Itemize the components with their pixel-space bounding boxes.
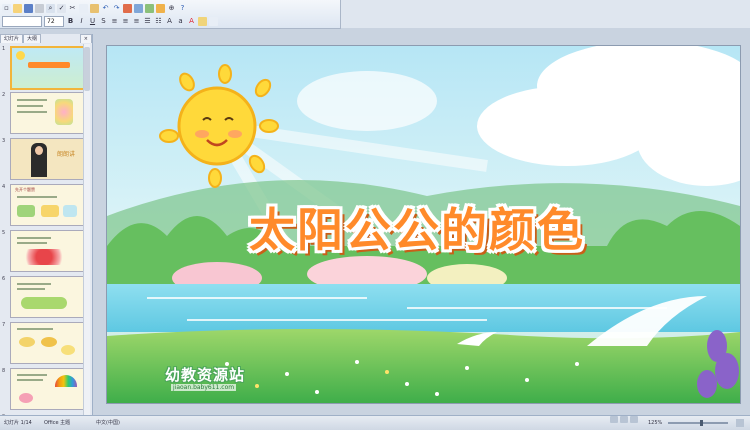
open-icon[interactable] xyxy=(13,3,22,13)
status-bar: 幻灯片 1/14 Office 主题 中文(中国) 125% xyxy=(0,415,750,430)
panel-tabs: 幻灯片 大纲 × xyxy=(0,34,92,43)
thumbnail-image xyxy=(10,230,84,272)
thumbnail-2[interactable]: 2 xyxy=(2,92,88,134)
chart-icon[interactable] xyxy=(123,3,132,13)
thumbnail-number: 2 xyxy=(2,92,6,98)
slideshow-button[interactable] xyxy=(630,416,638,423)
underline-icon[interactable]: U xyxy=(88,17,97,26)
watermark-url: jiaoan.baby611.com xyxy=(171,384,237,391)
align-right-icon[interactable]: ≡ xyxy=(132,17,141,26)
print-icon[interactable] xyxy=(35,3,44,13)
thumbnail-image xyxy=(10,92,84,134)
italic-icon[interactable]: I xyxy=(77,17,86,26)
thumbnail-5[interactable]: 5 xyxy=(2,230,88,272)
toolbar: ▫ ⌕ ✓ ✂ ↶ ↷ ⊕ ? 72 B I U S ≡ ≡ ≡ ☰ ☷ A a… xyxy=(0,0,341,29)
undo-icon[interactable]: ↶ xyxy=(101,4,110,13)
thumbnail-4[interactable]: 4 先开个题赞 xyxy=(2,184,88,226)
toolbar-row-1: ▫ ⌕ ✓ ✂ ↶ ↷ ⊕ ? xyxy=(2,2,187,14)
picture-icon[interactable] xyxy=(145,3,154,13)
thumbnail-3[interactable]: 3 朗朗讲 xyxy=(2,138,88,180)
thumbnail-number: 5 xyxy=(2,230,6,236)
thumbnail-number: 7 xyxy=(2,322,6,328)
slide[interactable]: 太阳公公的颜色 幼教资源站 jiaoan.baby611.com xyxy=(107,46,740,403)
toolbar-row-2: 72 B I U S ≡ ≡ ≡ ☰ ☷ A a A xyxy=(2,15,218,27)
font-color-icon[interactable]: A xyxy=(187,17,196,26)
table-icon[interactable] xyxy=(134,3,143,13)
new-slide-icon[interactable] xyxy=(209,16,218,26)
cut-icon[interactable]: ✂ xyxy=(68,4,77,13)
fit-window-button[interactable] xyxy=(736,419,744,427)
thumbnail-number: 4 xyxy=(2,184,6,190)
bold-icon[interactable]: B xyxy=(66,17,75,26)
thumbnail-number: 8 xyxy=(2,368,6,374)
panel-scrollbar[interactable] xyxy=(83,44,90,415)
toolbar-empty-area xyxy=(341,0,750,28)
thumbnail-number: 3 xyxy=(2,138,6,144)
normal-view-button[interactable] xyxy=(610,416,618,423)
thumbnail-caption: 朗朗讲 xyxy=(57,151,76,158)
slide-title[interactable]: 太阳公公的颜色 xyxy=(217,194,617,260)
tab-slides[interactable]: 幻灯片 xyxy=(0,34,24,43)
zoom-slider-thumb[interactable] xyxy=(700,420,703,426)
design-icon[interactable] xyxy=(198,16,207,26)
align-left-icon[interactable]: ≡ xyxy=(110,17,119,26)
help-icon[interactable]: ? xyxy=(178,4,187,13)
preview-icon[interactable]: ⌕ xyxy=(46,3,55,13)
paste-icon[interactable] xyxy=(90,3,99,13)
tab-outline[interactable]: 大纲 xyxy=(23,34,42,43)
thumbnail-image xyxy=(10,276,84,318)
thumbnail-image xyxy=(10,368,84,410)
thumbnail-number: 1 xyxy=(2,46,6,52)
thumbnail-6[interactable]: 6 xyxy=(2,276,88,318)
thumbnail-1[interactable]: 1 xyxy=(2,46,88,90)
thumbnail-7[interactable]: 7 xyxy=(2,322,88,364)
bullets-icon[interactable]: ☰ xyxy=(143,17,152,26)
status-slide-count: 幻灯片 1/14 xyxy=(4,420,32,426)
panel-close-icon[interactable]: × xyxy=(79,34,92,43)
zoom-level[interactable]: 125% xyxy=(648,416,662,430)
font-grow-icon[interactable]: A xyxy=(165,17,174,26)
watermark-logo-text: 幼教资源站 xyxy=(165,366,246,384)
thumbnail-image: 先开个题赞 xyxy=(10,184,84,226)
thumbnail-caption: 先开个题赞 xyxy=(15,187,35,192)
status-theme: Office 主题 xyxy=(44,420,71,426)
copy-icon[interactable] xyxy=(79,3,88,13)
zoom-slider[interactable] xyxy=(668,422,728,424)
scrollbar-thumb[interactable] xyxy=(84,47,90,91)
thumbnail-image xyxy=(10,46,86,90)
thumbnail-number: 6 xyxy=(2,276,6,282)
status-language: 中文(中国) xyxy=(96,420,120,426)
sorter-view-button[interactable] xyxy=(620,416,628,423)
font-name-select[interactable] xyxy=(2,15,42,27)
font-size-select[interactable]: 72 xyxy=(44,15,64,27)
numbering-icon[interactable]: ☷ xyxy=(154,17,163,26)
clouds xyxy=(297,46,740,186)
thumbnail-image: 朗朗讲 xyxy=(10,138,84,180)
shapes-icon[interactable] xyxy=(156,3,165,13)
spell-icon[interactable]: ✓ xyxy=(57,3,66,13)
shadow-icon[interactable]: S xyxy=(99,17,108,26)
zoom-icon[interactable]: ⊕ xyxy=(167,4,176,13)
font-shrink-icon[interactable]: a xyxy=(176,17,185,26)
save-icon[interactable] xyxy=(24,3,33,13)
thumbnail-image xyxy=(10,322,84,364)
redo-icon[interactable]: ↷ xyxy=(112,4,121,13)
sun-icon xyxy=(159,64,279,188)
slide-panel: 幻灯片 大纲 × 1 2 3 朗朗讲 4 先开个题赞 5 6 7 8 xyxy=(0,34,93,420)
thumbnail-8[interactable]: 8 xyxy=(2,368,88,410)
align-center-icon[interactable]: ≡ xyxy=(121,17,130,26)
slide-canvas: 太阳公公的颜色 幼教资源站 jiaoan.baby611.com xyxy=(93,34,750,415)
new-icon[interactable]: ▫ xyxy=(2,3,11,13)
